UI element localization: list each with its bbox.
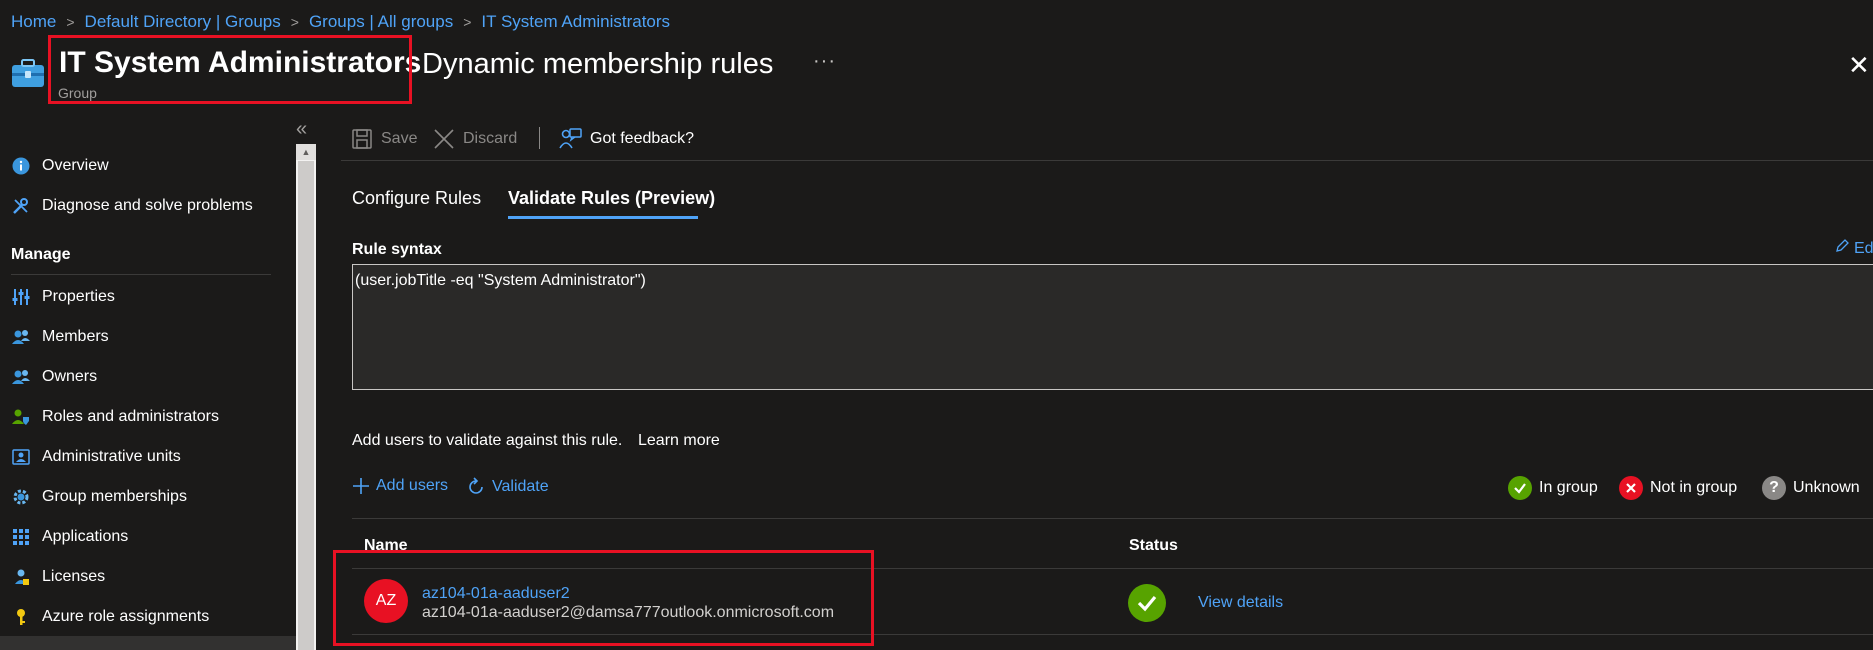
person-shield-icon — [11, 407, 31, 427]
section-divider — [352, 518, 1873, 519]
chevron-right-icon: > — [463, 14, 472, 30]
grid-icon — [11, 527, 31, 547]
close-icon — [433, 128, 455, 150]
toolbar-divider — [539, 127, 540, 149]
blade-title: Dynamic membership rules — [422, 48, 774, 80]
scroll-up-icon[interactable]: ▲ — [296, 144, 316, 160]
edit-label: Edi — [1854, 239, 1873, 257]
sidebar-item-applications[interactable]: Applications — [11, 525, 128, 549]
sliders-icon — [11, 287, 31, 307]
legend-not-in-group: Not in group — [1619, 476, 1737, 500]
legend-label: Not in group — [1650, 479, 1738, 496]
x-circle-icon — [1619, 476, 1643, 500]
sidebar-item-owners[interactable]: Owners — [11, 365, 97, 389]
rule-syntax-label: Rule syntax — [352, 241, 442, 258]
sidebar-item-label: Diagnose and solve problems — [42, 197, 253, 214]
view-details-link[interactable]: View details — [1198, 594, 1283, 612]
sidebar-item-label: Group memberships — [42, 488, 187, 505]
group-briefcase-icon — [12, 59, 44, 87]
sidebar-item-label: Azure role assignments — [42, 608, 210, 625]
sidebar-item-label: Applications — [42, 528, 129, 545]
check-circle-icon — [1508, 476, 1532, 500]
refresh-icon — [466, 477, 486, 497]
people-icon — [11, 327, 31, 347]
legend-unknown: ? Unknown — [1762, 476, 1860, 500]
tab-validate-rules[interactable]: Validate Rules (Preview) — [508, 188, 715, 209]
sidebar-item-properties[interactable]: Properties — [11, 285, 115, 309]
sidebar-section-manage: Manage — [11, 246, 71, 263]
sidebar-item-next[interactable] — [0, 636, 296, 650]
sidebar-item-label: Administrative units — [42, 448, 181, 465]
save-button[interactable]: Save — [351, 126, 417, 152]
wrench-icon — [11, 196, 31, 216]
license-icon — [11, 567, 31, 587]
feedback-button[interactable]: Got feedback? — [558, 126, 694, 152]
edit-rule-button[interactable]: Edi — [1834, 238, 1873, 259]
info-icon — [11, 156, 31, 176]
rule-syntax-box: (user.jobTitle -eq "System Administrator… — [352, 264, 1873, 390]
collapse-sidebar-icon[interactable]: « — [296, 118, 307, 141]
validate-button[interactable]: Validate — [466, 477, 549, 497]
sidebar-item-group-memberships[interactable]: Group memberships — [11, 485, 187, 509]
sidebar-item-diagnose[interactable]: Diagnose and solve problems — [11, 194, 253, 218]
key-icon — [11, 607, 31, 627]
validate-label: Validate — [492, 478, 549, 495]
legend-label: Unknown — [1793, 479, 1860, 496]
sidebar-item-licenses[interactable]: Licenses — [11, 565, 105, 589]
sidebar-item-label: Roles and administrators — [42, 408, 219, 425]
chevron-right-icon: > — [66, 14, 75, 30]
plus-icon — [352, 477, 370, 495]
sidebar-item-overview[interactable]: Overview — [11, 154, 109, 178]
section-divider — [11, 274, 271, 275]
save-label: Save — [381, 130, 418, 147]
status-in-group-icon — [1128, 584, 1166, 622]
save-icon — [351, 128, 373, 150]
scrollbar-thumb[interactable] — [298, 161, 314, 650]
sidebar-item-label: Members — [42, 328, 109, 345]
legend-label: In group — [1539, 479, 1598, 496]
breadcrumb-default-directory[interactable]: Default Directory | Groups — [85, 12, 281, 32]
sidebar-item-label: Owners — [42, 368, 98, 385]
discard-button[interactable]: Discard — [433, 126, 517, 152]
feedback-label: Got feedback? — [590, 130, 695, 147]
sidebar-item-azure-role-assignments[interactable]: Azure role assignments — [11, 605, 209, 629]
pencil-icon — [1834, 238, 1850, 259]
question-circle-icon: ? — [1762, 476, 1786, 500]
more-options-icon[interactable]: ··· — [813, 50, 836, 73]
sidebar-item-label: Overview — [42, 157, 109, 174]
breadcrumb-current-group[interactable]: IT System Administrators — [481, 12, 670, 32]
tab-configure-rules[interactable]: Configure Rules — [352, 188, 481, 209]
title-highlight-box — [48, 35, 412, 104]
breadcrumb-all-groups[interactable]: Groups | All groups — [309, 12, 453, 32]
legend-in-group: In group — [1508, 476, 1598, 500]
gear-icon — [11, 487, 31, 507]
admin-units-icon — [11, 447, 31, 467]
sidebar-item-roles[interactable]: Roles and administrators — [11, 405, 219, 429]
feedback-icon — [558, 128, 582, 150]
close-icon[interactable]: ✕ — [1848, 50, 1870, 81]
sidebar-item-label: Properties — [42, 288, 115, 305]
toolbar-separator — [341, 160, 1873, 161]
breadcrumb-home[interactable]: Home — [11, 12, 56, 32]
people-icon — [11, 367, 31, 387]
sidebar-item-admin-units[interactable]: Administrative units — [11, 445, 181, 469]
learn-more-link[interactable]: Learn more — [638, 432, 720, 450]
validate-instructions: Add users to validate against this rule. — [352, 432, 623, 449]
column-header-status[interactable]: Status — [1129, 537, 1178, 555]
add-users-label: Add users — [376, 477, 449, 494]
sidebar-item-members[interactable]: Members — [11, 325, 109, 349]
add-users-button[interactable]: Add users — [352, 477, 448, 495]
sidebar-item-label: Licenses — [42, 568, 106, 585]
discard-label: Discard — [463, 130, 518, 147]
user-row-highlight-box — [333, 550, 874, 646]
breadcrumb: Home > Default Directory | Groups > Grou… — [11, 12, 670, 32]
chevron-right-icon: > — [290, 14, 299, 30]
active-tab-indicator — [508, 216, 698, 219]
